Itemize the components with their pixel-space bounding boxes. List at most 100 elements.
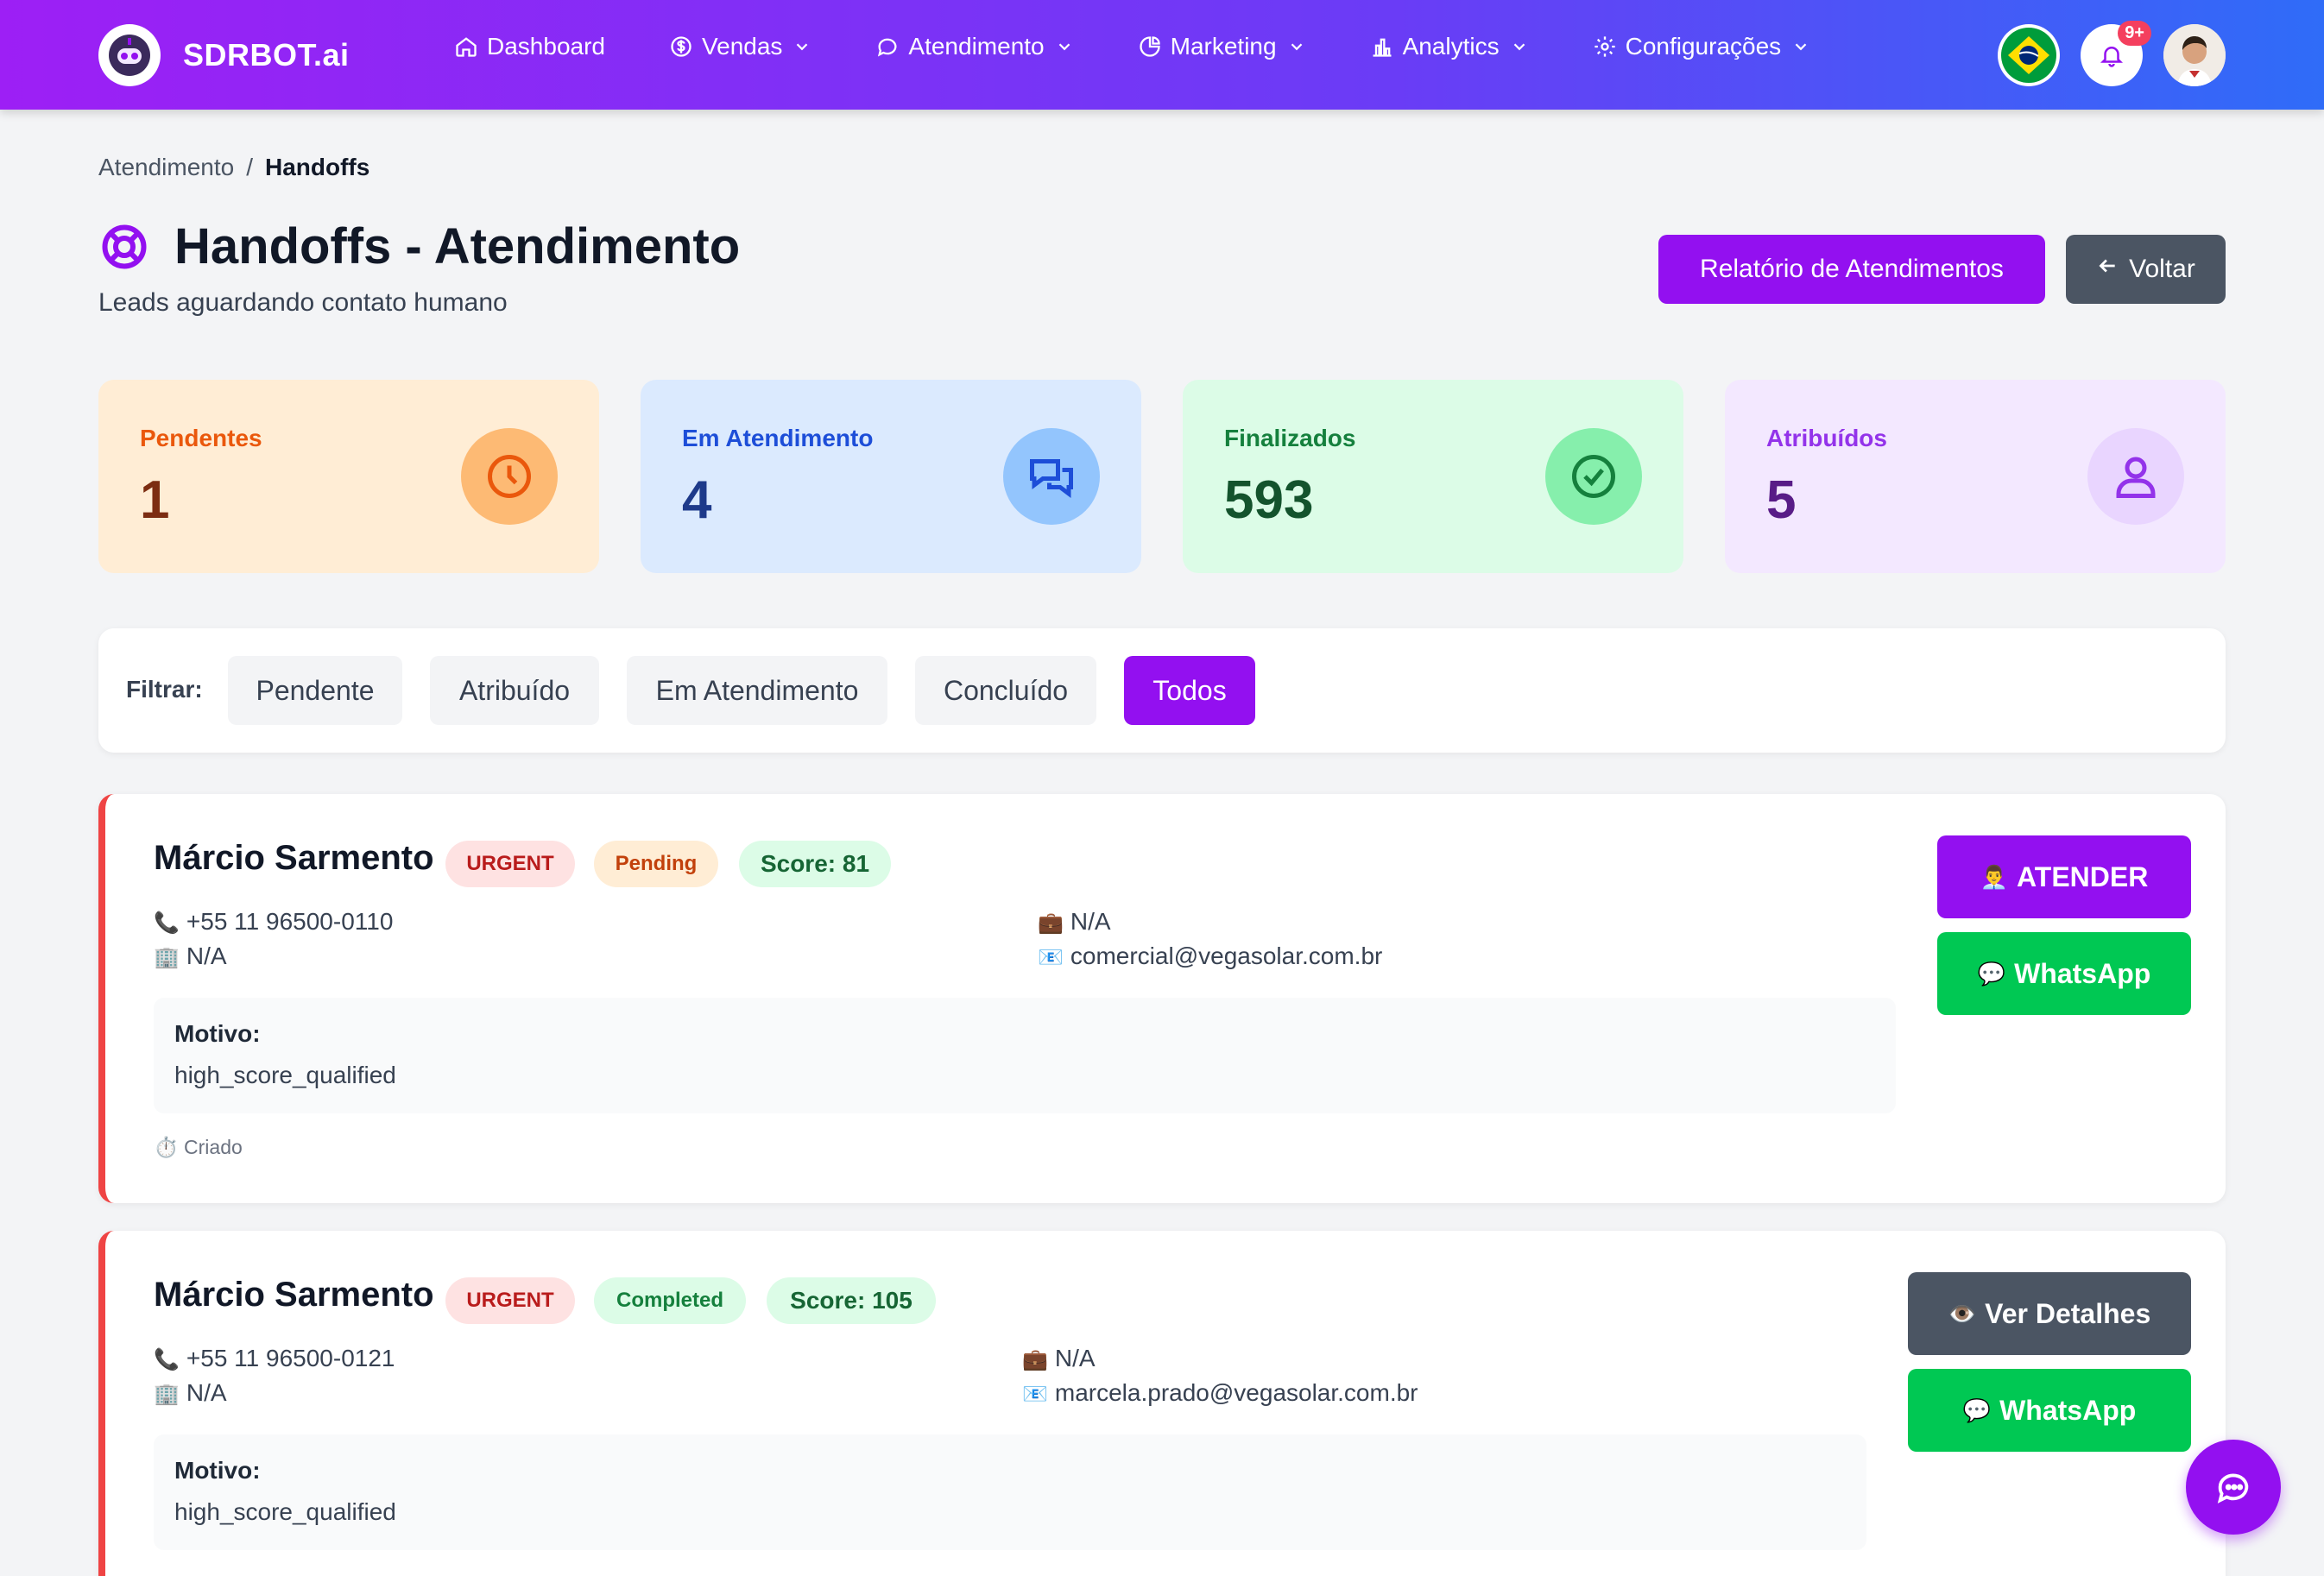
ver-detalhes-button[interactable]: 👁️ Ver Detalhes bbox=[1908, 1272, 2191, 1355]
stat-card-pendentes: Pendentes 1 bbox=[98, 380, 599, 573]
lead-role: 💼 N/A bbox=[1038, 908, 1111, 936]
page-subtitle: Leads aguardando contato humano bbox=[98, 288, 508, 317]
phone-icon: 📞 bbox=[154, 1348, 180, 1371]
chat-icon bbox=[878, 38, 897, 57]
stat-value: 4 bbox=[682, 470, 712, 530]
filter-concluido[interactable]: Concluído bbox=[915, 656, 1096, 725]
motivo-box: Motivo: high_score_qualified bbox=[154, 998, 1896, 1113]
lead-email-value: comercial@vegasolar.com.br bbox=[1070, 942, 1383, 969]
report-button[interactable]: Relatório de Atendimentos bbox=[1658, 235, 2045, 304]
filter-label: Filtrar: bbox=[126, 676, 203, 703]
status-badge: Pending bbox=[594, 841, 718, 887]
nav-marketing[interactable]: Marketing bbox=[1138, 33, 1306, 60]
clock-icon bbox=[461, 428, 558, 525]
score-badge: Score: 81 bbox=[739, 841, 891, 887]
brand[interactable]: SDRBOT.ai bbox=[98, 24, 350, 86]
motivo-value: high_score_qualified bbox=[174, 1498, 396, 1525]
ver-detalhes-label: Ver Detalhes bbox=[1985, 1297, 2151, 1329]
whatsapp-button[interactable]: 💬 WhatsApp bbox=[1937, 932, 2191, 1015]
breadcrumb-parent[interactable]: Atendimento bbox=[98, 154, 234, 180]
nav-label: Configurações bbox=[1625, 33, 1782, 60]
email-icon: 📧 bbox=[1038, 946, 1064, 969]
atender-button[interactable]: 👨‍💼 ATENDER bbox=[1937, 835, 2191, 918]
email-icon: 📧 bbox=[1022, 1383, 1048, 1406]
notifications-button[interactable]: 9+ bbox=[2081, 21, 2151, 86]
motivo-box: Motivo: high_score_qualified bbox=[154, 1434, 1866, 1550]
breadcrumb-current: Handoffs bbox=[265, 154, 370, 180]
filter-option-label: Pendente bbox=[256, 674, 375, 706]
chat-icon bbox=[2217, 1473, 2249, 1504]
lead-email-value: marcela.prado@vegasolar.com.br bbox=[1054, 1379, 1418, 1406]
back-button[interactable]: Voltar bbox=[2066, 235, 2226, 304]
page-header: Handoffs - Atendimento bbox=[98, 217, 740, 275]
lead-card: Márcio Sarmento URGENT Pending Score: 81… bbox=[98, 794, 2226, 1203]
page-title: Handoffs - Atendimento bbox=[174, 218, 741, 274]
lead-card: Márcio Sarmento URGENT Completed Score: … bbox=[98, 1231, 2226, 1576]
filter-pendente[interactable]: Pendente bbox=[228, 656, 402, 725]
stat-value: 593 bbox=[1224, 470, 1314, 530]
brand-name: SDRBOT.ai bbox=[183, 37, 350, 72]
nav-atendimento[interactable]: Atendimento bbox=[875, 33, 1073, 60]
brazil-flag-icon bbox=[2001, 28, 2056, 83]
whatsapp-button[interactable]: 💬 WhatsApp bbox=[1908, 1369, 2191, 1452]
lead-company: 🏢 N/A bbox=[154, 1379, 227, 1407]
filter-em-atendimento[interactable]: Em Atendimento bbox=[627, 656, 887, 725]
lead-company-value: N/A bbox=[186, 942, 227, 969]
report-button-label: Relatório de Atendimentos bbox=[1700, 255, 2004, 283]
lead-name: Márcio Sarmento bbox=[154, 1276, 434, 1314]
header-actions: 9+ bbox=[1977, 21, 2226, 86]
atender-label: ATENDER bbox=[2017, 860, 2149, 892]
nav-vendas[interactable]: Vendas bbox=[669, 33, 812, 60]
filter-option-label: Atribuído bbox=[458, 674, 571, 706]
lifebuoy-icon bbox=[102, 224, 147, 268]
bell-icon bbox=[2100, 47, 2124, 67]
arrow-left-icon bbox=[2096, 255, 2119, 284]
main-nav: Dashboard Vendas Atendimento Marketing A… bbox=[454, 33, 1874, 60]
home-icon bbox=[456, 37, 477, 57]
stat-label: Pendentes bbox=[140, 425, 262, 451]
chat-widget-button[interactable] bbox=[2186, 1440, 2281, 1535]
lead-email: 📧 marcela.prado@vegasolar.com.br bbox=[1022, 1379, 1418, 1407]
nav-label: Analytics bbox=[1402, 33, 1500, 60]
motivo-value: high_score_qualified bbox=[174, 1062, 396, 1088]
stat-card-em-atendimento: Em Atendimento 4 bbox=[641, 380, 1141, 573]
nav-configuracoes[interactable]: Configurações bbox=[1593, 33, 1811, 60]
stat-card-finalizados: Finalizados 593 bbox=[1183, 380, 1683, 573]
created-label: Criado bbox=[184, 1136, 243, 1158]
motivo-label: Motivo: bbox=[174, 1457, 261, 1484]
notification-badge: 9+ bbox=[2118, 21, 2151, 46]
stat-label: Em Atendimento bbox=[682, 425, 874, 451]
chevron-down-icon bbox=[1291, 43, 1302, 51]
chevron-down-icon bbox=[1513, 43, 1525, 51]
pie-chart-icon bbox=[1139, 36, 1160, 57]
filter-atribuido[interactable]: Atribuído bbox=[430, 656, 599, 725]
gear-icon bbox=[1594, 36, 1615, 57]
lead-role: 💼 N/A bbox=[1022, 1345, 1096, 1372]
chevron-down-icon bbox=[1795, 43, 1807, 51]
nav-dashboard[interactable]: Dashboard bbox=[454, 33, 605, 60]
filter-bar: Filtrar: Pendente Atribuído Em Atendimen… bbox=[98, 628, 2226, 753]
user-avatar[interactable] bbox=[2163, 24, 2226, 86]
chevron-down-icon bbox=[1058, 43, 1070, 51]
eye-icon: 👁️ bbox=[1948, 1300, 1977, 1327]
stat-label: Atribuídos bbox=[1766, 425, 1887, 451]
score-badge: Score: 105 bbox=[767, 1277, 936, 1324]
back-button-label: Voltar bbox=[2129, 255, 2195, 283]
building-icon: 🏢 bbox=[154, 1383, 180, 1406]
stat-value: 5 bbox=[1766, 470, 1797, 530]
speech-bubble-icon: 💬 bbox=[1977, 960, 2006, 987]
briefcase-icon: 💼 bbox=[1022, 1348, 1048, 1371]
nav-label: Dashboard bbox=[487, 33, 605, 60]
filter-todos[interactable]: Todos bbox=[1124, 656, 1255, 725]
briefcase-icon: 💼 bbox=[1038, 911, 1064, 935]
nav-label: Vendas bbox=[701, 33, 783, 60]
created-info: ⏱️ Criado bbox=[154, 1136, 243, 1159]
lead-phone-value: +55 11 96500-0110 bbox=[186, 908, 394, 935]
filter-option-label: Em Atendimento bbox=[655, 674, 859, 706]
nav-analytics[interactable]: Analytics bbox=[1370, 33, 1529, 60]
lead-role-value: N/A bbox=[1070, 908, 1111, 935]
lead-name: Márcio Sarmento bbox=[154, 839, 434, 877]
lead-company: 🏢 N/A bbox=[154, 942, 227, 970]
language-selector[interactable] bbox=[1998, 24, 2060, 86]
lead-email: 📧 comercial@vegasolar.com.br bbox=[1038, 942, 1382, 970]
